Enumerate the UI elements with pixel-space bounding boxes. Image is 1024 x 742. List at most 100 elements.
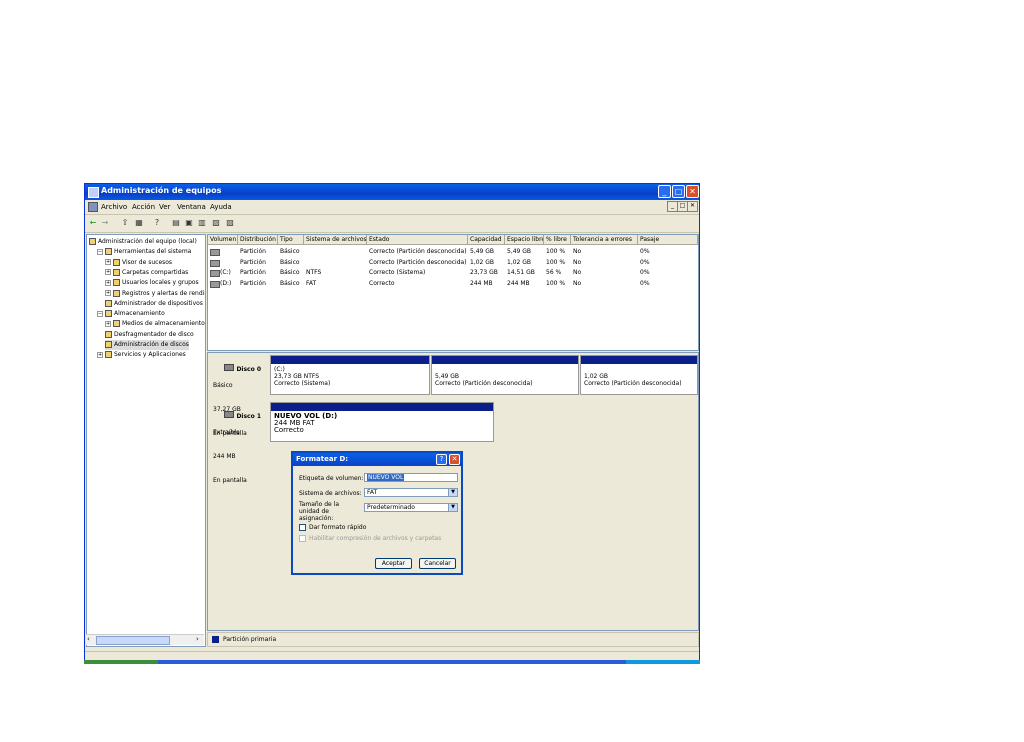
chevron-down-icon[interactable]: ▼ [448, 489, 457, 496]
column-header[interactable]: Pasaje [638, 235, 698, 245]
disk-0-label[interactable]: Disco 0 Básico 37,27 GB En pantalla [213, 356, 269, 437]
tree-item[interactable]: + Usuarios locales y grupos [105, 278, 199, 288]
expand-icon[interactable]: + [105, 259, 111, 266]
dialog-title-bar[interactable]: Formatear D: ? ✕ [293, 453, 461, 466]
tree-horizontal-scrollbar[interactable]: ‹ › [86, 634, 204, 645]
table-cell: Correcto (Partición desconocida) [369, 258, 467, 266]
menu-app-icon [88, 202, 98, 212]
volume-label-input[interactable]: NUEVO VOL [364, 473, 458, 482]
collapse-icon[interactable]: − [97, 310, 103, 317]
scroll-left-icon[interactable]: ‹ [87, 635, 90, 643]
quick-format-checkbox[interactable] [299, 524, 306, 531]
cancel-button[interactable]: Cancelar [419, 558, 456, 569]
maximize-button[interactable]: □ [672, 185, 685, 198]
tree-item[interactable]: + Servicios y Aplicaciones [97, 350, 186, 360]
table-row[interactable]: (C:) Partición Básico NTFS Correcto (Sistema… [208, 268, 698, 278]
table-cell: Básico [280, 269, 300, 276]
tree-item[interactable]: Desfragmentador de disco [105, 330, 194, 340]
table-cell: 14,51 GB [507, 269, 535, 276]
tree-item-label: Visor de sucesos [122, 258, 173, 266]
legend-label: Partición primaria [223, 636, 277, 643]
partition-unknown-2[interactable]: 1,02 GB Correcto (Partición desconocida) [580, 355, 698, 395]
volume-label-caption: Etiqueta de volumen: [299, 475, 364, 482]
compression-label[interactable]: Habilitar compresión de archivos y carpe… [309, 535, 441, 542]
tree-item[interactable]: − Herramientas del sistema [97, 247, 191, 257]
table-cell: 244 MB [470, 279, 493, 287]
tree-item[interactable]: − Almacenamiento [97, 309, 165, 319]
primary-partition-bar [271, 356, 429, 364]
up-icon[interactable]: ⇧ [120, 218, 130, 228]
tree-item-label: Servicios y Aplicaciones [114, 351, 186, 359]
table-cell: Básico [280, 248, 300, 255]
minimize-button[interactable]: _ [658, 185, 671, 198]
column-header[interactable]: Tolerancia a errores [571, 235, 638, 245]
table-cell: Partición [240, 269, 266, 276]
table-cell: Correcto [369, 279, 395, 287]
table-cell: No [573, 248, 582, 255]
menu-ventana[interactable]: Ventana [177, 203, 206, 211]
menu-accion[interactable]: Acción [132, 203, 155, 211]
mdi-close-button[interactable]: ✕ [687, 201, 698, 212]
collapse-icon[interactable]: − [97, 248, 103, 255]
tree-item[interactable]: + Registros y alertas de rendimiento [105, 289, 205, 299]
tree-node-icon [105, 341, 112, 348]
scroll-thumb[interactable] [96, 636, 170, 645]
dialog-close-button[interactable]: ✕ [449, 454, 460, 465]
dialog-help-button[interactable]: ? [436, 454, 447, 465]
filesystem-select[interactable]: FAT ▼ [364, 488, 458, 497]
column-header[interactable]: Capacidad [468, 235, 505, 245]
chevron-down-icon[interactable]: ▼ [448, 504, 457, 511]
column-header[interactable]: Sistema de archivos [304, 235, 367, 245]
wizard-icon[interactable]: ▨ [225, 218, 235, 228]
menu-archivo[interactable]: Archivo [101, 203, 127, 211]
tree-item[interactable]: + Carpetas compartidas [105, 268, 188, 278]
back-icon[interactable]: ← [88, 218, 98, 228]
expand-icon[interactable]: + [105, 269, 111, 276]
expand-icon[interactable]: + [97, 351, 103, 358]
column-header[interactable]: Estado [367, 235, 468, 245]
tree-item-label: Administrador de dispositivos [114, 299, 203, 307]
export-icon[interactable]: ▣ [184, 218, 194, 228]
properties-icon[interactable]: ▦ [134, 218, 144, 228]
column-header[interactable]: Tipo [278, 235, 304, 245]
tree-item[interactable]: Administrador de dispositivos [105, 299, 203, 309]
allocation-select[interactable]: Predeterminado ▼ [364, 503, 458, 512]
column-header[interactable]: % libre [544, 235, 571, 245]
refresh-icon[interactable]: ▤ [171, 218, 181, 228]
expand-icon[interactable]: + [105, 320, 111, 327]
tree-item[interactable]: + Medios de almacenamiento extraíbles [105, 319, 205, 329]
column-header[interactable]: Distribución [238, 235, 278, 245]
table-row[interactable]: (D:) Partición Básico FAT Correcto 244 MB 244 … [208, 279, 698, 289]
disk-icon[interactable]: ▧ [211, 218, 221, 228]
menu-ayuda[interactable]: Ayuda [210, 203, 232, 211]
compression-checkbox[interactable] [299, 535, 306, 542]
scroll-right-icon[interactable]: › [196, 635, 199, 643]
partition-unknown-1[interactable]: 5,49 GB Correcto (Partición desconocida) [431, 355, 579, 395]
tree-item[interactable]: Administración del equipo (local) [89, 237, 197, 247]
forward-icon[interactable]: → [100, 218, 110, 228]
tree-node-icon [113, 320, 120, 328]
column-header[interactable]: Espacio libre [505, 235, 544, 245]
expand-icon[interactable]: + [105, 279, 111, 286]
volume-list: Volumen Distribución Tipo Sistema de archiv… [207, 234, 699, 351]
title-bar[interactable]: Administración de equipos _ □ ✕ [85, 184, 699, 200]
table-cell: 23,73 GB [470, 269, 498, 276]
dialog-title: Formatear D: [296, 455, 349, 463]
menu-ver[interactable]: Ver [159, 203, 170, 211]
expand-icon[interactable]: + [105, 290, 111, 296]
partition-c[interactable]: (C:) 23,73 GB NTFS Correcto (Sistema) [270, 355, 430, 395]
table-row[interactable]: Partición Básico Correcto (Partición desco… [208, 247, 698, 257]
close-button[interactable]: ✕ [686, 185, 699, 198]
partition-d[interactable]: NUEVO VOL (D:) 244 MB FAT Correcto [270, 402, 494, 442]
table-row[interactable]: Partición Básico Correcto (Partición desco… [208, 258, 698, 268]
volume-icon [210, 259, 220, 267]
ok-button[interactable]: Aceptar [375, 558, 412, 569]
column-header[interactable]: Volumen [208, 235, 238, 245]
folder-icon[interactable]: ▥ [197, 218, 207, 228]
help-icon[interactable]: ? [152, 218, 162, 228]
quick-format-label[interactable]: Dar formato rápido [309, 524, 366, 531]
tree-item[interactable]: Administración de discos [105, 340, 189, 350]
tree-item[interactable]: + Visor de sucesos [105, 258, 172, 268]
tree-item-label: Almacenamiento [114, 310, 165, 318]
disk-1-label[interactable]: Disco 1 Extraíble 244 MB En pantalla [213, 403, 269, 484]
